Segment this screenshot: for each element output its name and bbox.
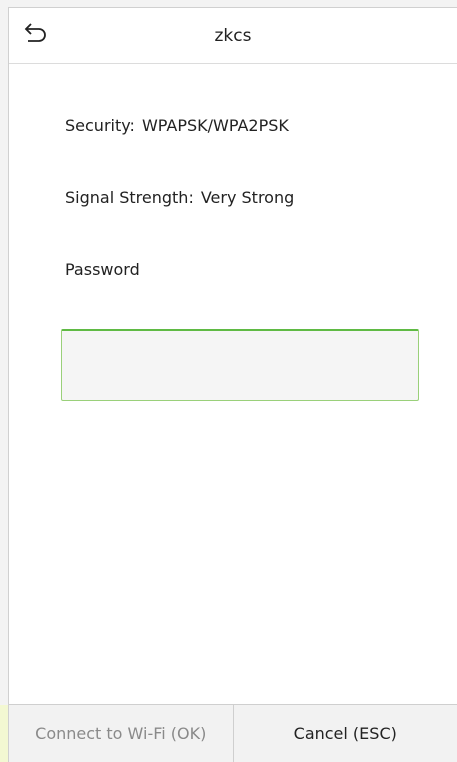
connect-wifi-button[interactable]: Connect to Wi-Fi (OK) — [9, 705, 234, 762]
signal-strength-row: Signal Strength: Very Strong — [65, 188, 294, 207]
signal-strength-label: Signal Strength: — [65, 188, 194, 207]
security-row: Security: WPAPSK/WPA2PSK — [65, 116, 289, 135]
header-bar: zkcs — [9, 8, 457, 64]
wifi-password-screen: zkcs Security: WPAPSK/WPA2PSK Signal Stre… — [8, 7, 457, 762]
password-input[interactable] — [62, 331, 418, 400]
signal-strength-value: Very Strong — [200, 188, 295, 207]
cancel-button[interactable]: Cancel (ESC) — [233, 705, 457, 762]
password-field[interactable] — [61, 329, 419, 401]
password-label: Password — [65, 260, 140, 279]
security-value: WPAPSK/WPA2PSK — [141, 116, 289, 135]
page-title: zkcs — [214, 26, 252, 46]
footer-buttons: Connect to Wi-Fi (OK) Cancel (ESC) — [9, 704, 457, 762]
security-label: Security: — [65, 116, 135, 135]
side-accent-strip — [0, 705, 8, 762]
